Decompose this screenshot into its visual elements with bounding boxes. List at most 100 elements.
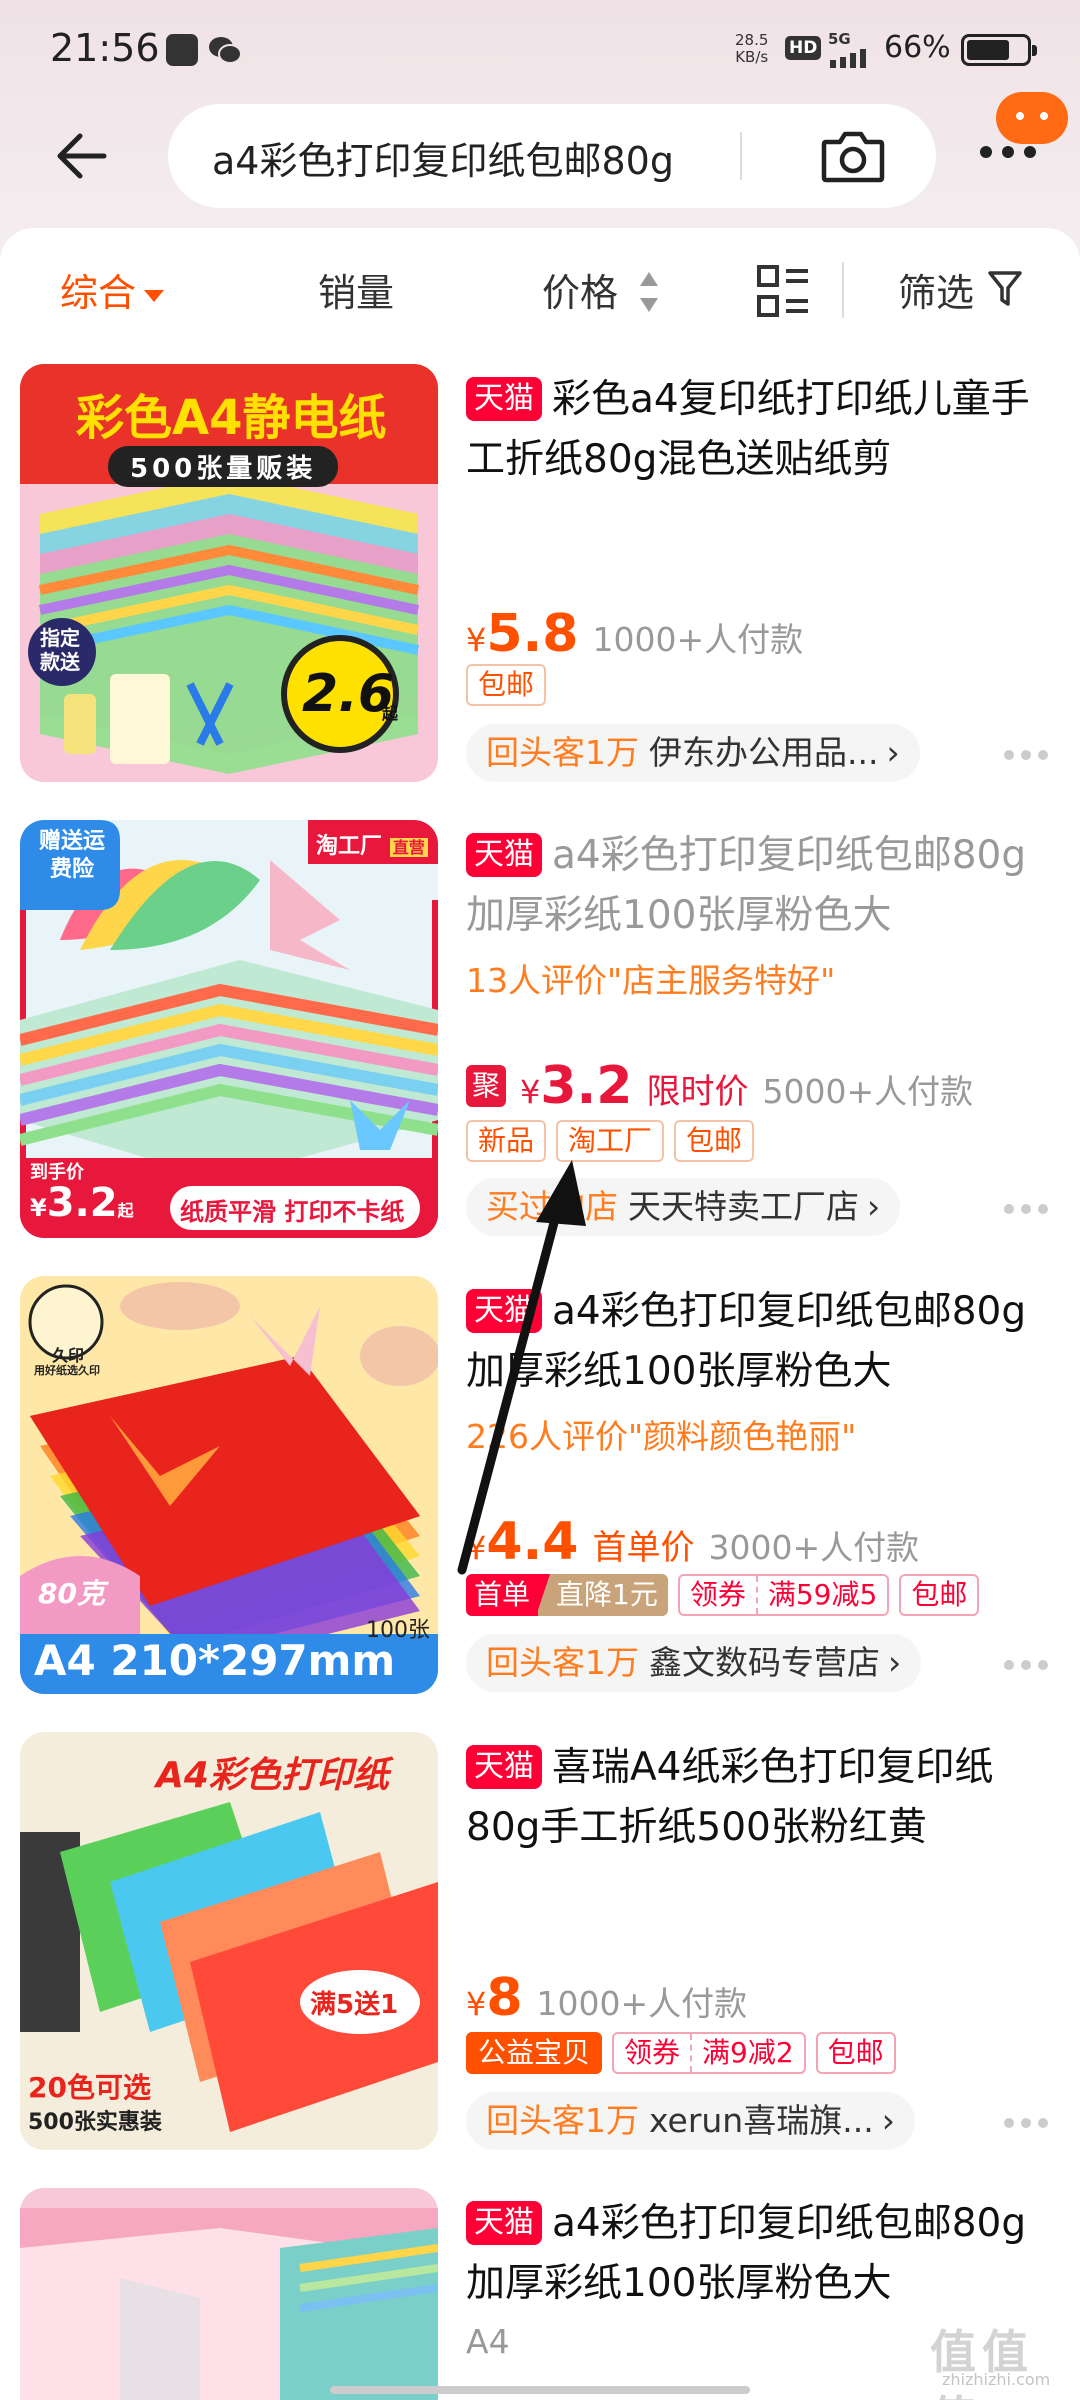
- coupon-value: 满59减5: [767, 1578, 878, 1611]
- annotation-arrow-icon: [457, 1160, 586, 1575]
- price-label: 限时价: [646, 1072, 749, 1112]
- factory-badge-text: 淘工厂: [316, 834, 383, 859]
- shop-name: xerun喜瑞旗...: [649, 2101, 874, 2140]
- price-label: 首单价: [592, 1528, 695, 1568]
- filter-comprehensive[interactable]: 综合: [60, 262, 165, 317]
- image-corner-badge: 赠送运费险: [38, 829, 105, 882]
- notification-icon: [166, 34, 198, 66]
- filter-bar: 综合 销量 价格 筛选: [0, 228, 1080, 358]
- chevron-right-icon: ›: [881, 2101, 895, 2140]
- tags-row: 首单 直降1元 领券 满59减5 包邮: [466, 1574, 989, 1618]
- product-title[interactable]: 天猫 a4彩色打印复印纸包邮80g加厚彩纸100张厚粉色大: [466, 826, 1062, 946]
- product-title-text: a4彩色打印复印纸包邮80g加厚彩纸100张厚粉色大: [466, 833, 1027, 938]
- network-speed: 28.5 KB/s: [735, 32, 768, 66]
- shop-name: 伊东办公用品...: [649, 733, 879, 772]
- network-type: 5G: [828, 30, 851, 48]
- free-shipping-tag: 包邮: [466, 664, 547, 706]
- coupon-label: 领券: [680, 1576, 758, 1614]
- shop-link[interactable]: 回头客1万 伊东办公用品... ›: [466, 724, 920, 782]
- chevron-right-icon: ›: [886, 733, 900, 772]
- product-title[interactable]: 天猫 喜瑞A4纸彩色打印复印纸80g手工折纸500张粉红黄: [466, 1738, 1062, 1858]
- free-shipping-tag: 包邮: [899, 1574, 980, 1616]
- image-promo: 满5送1: [310, 1990, 399, 2020]
- image-factory-badge: 淘工厂 直营: [316, 828, 428, 860]
- sold-count: 3000+人付款: [708, 1528, 920, 1567]
- hd-icon: HD: [785, 36, 822, 60]
- funnel-icon[interactable]: [988, 270, 1022, 308]
- coupon-label: 领券: [614, 2034, 693, 2072]
- factory-badge-sub: 直营: [389, 838, 428, 857]
- hand-price-yen: ¥: [30, 1194, 47, 1222]
- image-weight: 80克: [38, 1577, 105, 1610]
- product-image[interactable]: 赠送运费险 淘工厂 直营 到手价 ¥3.2起 纸质平滑 打印不卡纸: [20, 820, 438, 1238]
- coupon-value: 满9减2: [702, 2036, 794, 2069]
- image-badge: 指定款送: [40, 626, 80, 674]
- tags-row: 包邮: [466, 664, 556, 708]
- sold-count: 1000+人付款: [536, 1984, 748, 2023]
- battery-icon: [961, 34, 1037, 66]
- new-tag: 新品: [466, 1120, 547, 1162]
- camera-icon[interactable]: [820, 130, 886, 184]
- filter-screen[interactable]: 筛选: [898, 262, 974, 317]
- hand-price-value: 3.2: [46, 1180, 118, 1226]
- tmall-tag: 天猫: [466, 833, 542, 877]
- sort-arrows-icon[interactable]: [638, 270, 660, 314]
- factory-tag: 淘工厂: [556, 1120, 665, 1162]
- tmall-tag: 天猫: [466, 2201, 542, 2245]
- coupon-tag[interactable]: 领券 满59减5: [677, 1574, 890, 1616]
- more-options-icon[interactable]: [1004, 1204, 1048, 1216]
- currency-symbol: ¥: [520, 1073, 541, 1111]
- image-price-unit: 起: [382, 704, 399, 723]
- more-options-icon[interactable]: [1004, 1660, 1048, 1672]
- product-image[interactable]: 彩色A4静电纸 500张量贩装 指定款送 2.6 起: [20, 364, 438, 782]
- filter-sales[interactable]: 销量: [318, 262, 394, 317]
- product-title-text: 彩色a4复印纸打印纸儿童手工折纸80g混色送贴纸剪: [466, 377, 1030, 482]
- chevron-right-icon: ›: [888, 1643, 902, 1682]
- shop-link[interactable]: 回头客1万 xerun喜瑞旗... ›: [466, 2092, 915, 2150]
- more-icon[interactable]: [978, 142, 1038, 162]
- first-order-label: 首单: [466, 1574, 539, 1616]
- filter-price[interactable]: 价格: [542, 262, 618, 317]
- image-colors: 20色可选: [28, 2071, 151, 2104]
- filter-label: 综合: [60, 271, 137, 315]
- currency-symbol: ¥: [466, 621, 487, 659]
- back-arrow-icon[interactable]: [52, 126, 112, 186]
- speed-value: 28.5: [735, 31, 769, 49]
- free-shipping-tag: 包邮: [674, 1120, 755, 1162]
- product-card[interactable]: A4彩色打印纸 满5送1 20色可选 500张实惠装 天猫 喜瑞A4纸彩色打印复印…: [0, 1732, 1080, 2188]
- chevron-right-icon: ›: [867, 1187, 881, 1226]
- image-price-badge: 2.6: [302, 664, 395, 724]
- more-options-icon[interactable]: [1004, 2118, 1048, 2130]
- search-divider: [740, 132, 742, 180]
- signal-icon: 5G: [828, 30, 876, 68]
- currency-symbol: ¥: [466, 1985, 487, 2023]
- product-image[interactable]: 久印 用好纸选久印 80克 100张 A4 210*297mm: [20, 1276, 438, 1694]
- product-price: 8: [486, 1968, 523, 2028]
- first-order-discount: 直降1元: [536, 1574, 668, 1616]
- product-image[interactable]: [20, 2188, 438, 2400]
- hand-price-unit: 起: [117, 1201, 134, 1220]
- wechat-icon: [208, 34, 242, 66]
- sold-count: 1000+人付款: [592, 620, 804, 659]
- more-options-icon[interactable]: [1004, 750, 1048, 762]
- list-view-icon[interactable]: [756, 264, 810, 318]
- product-card[interactable]: 天猫 a4彩色打印复印纸包邮80g加厚彩纸100张厚粉色大 A4: [0, 2188, 1080, 2400]
- message-icon[interactable]: [996, 92, 1068, 144]
- price-row: 聚 ¥3.2 限时价 5000+人付款: [466, 1056, 973, 1116]
- filter-divider: [842, 262, 844, 318]
- home-indicator[interactable]: [330, 2386, 750, 2394]
- product-card[interactable]: 彩色A4静电纸 500张量贩装 指定款送 2.6 起 天猫 彩色a4复印纸打印纸儿…: [0, 364, 1080, 820]
- product-title[interactable]: 天猫 彩色a4复印纸打印纸儿童手工折纸80g混色送贴纸剪: [466, 370, 1062, 490]
- shop-link[interactable]: 回头客1万 鑫文数码专营店 ›: [466, 1634, 922, 1692]
- product-title[interactable]: 天猫 a4彩色打印复印纸包邮80g加厚彩纸100张厚粉色大: [466, 2194, 1062, 2314]
- product-image[interactable]: A4彩色打印纸 满5送1 20色可选 500张实惠装: [20, 1732, 438, 2150]
- coupon-tag[interactable]: 领券 满9减2: [612, 2032, 806, 2074]
- dropdown-triangle-icon: [144, 289, 165, 302]
- search-input[interactable]: a4彩色打印复印纸包邮80g: [212, 130, 772, 184]
- search-box[interactable]: a4彩色打印复印纸包邮80g: [168, 104, 936, 208]
- speed-unit: KB/s: [735, 48, 769, 66]
- ju-tag: 聚: [466, 1065, 506, 1107]
- tags-row: 公益宝贝 领券 满9减2 包邮: [466, 2032, 906, 2076]
- product-title-text: a4彩色打印复印纸包邮80g加厚彩纸100张厚粉色大: [466, 2201, 1027, 2306]
- image-count: 500张实惠装: [28, 2110, 162, 2135]
